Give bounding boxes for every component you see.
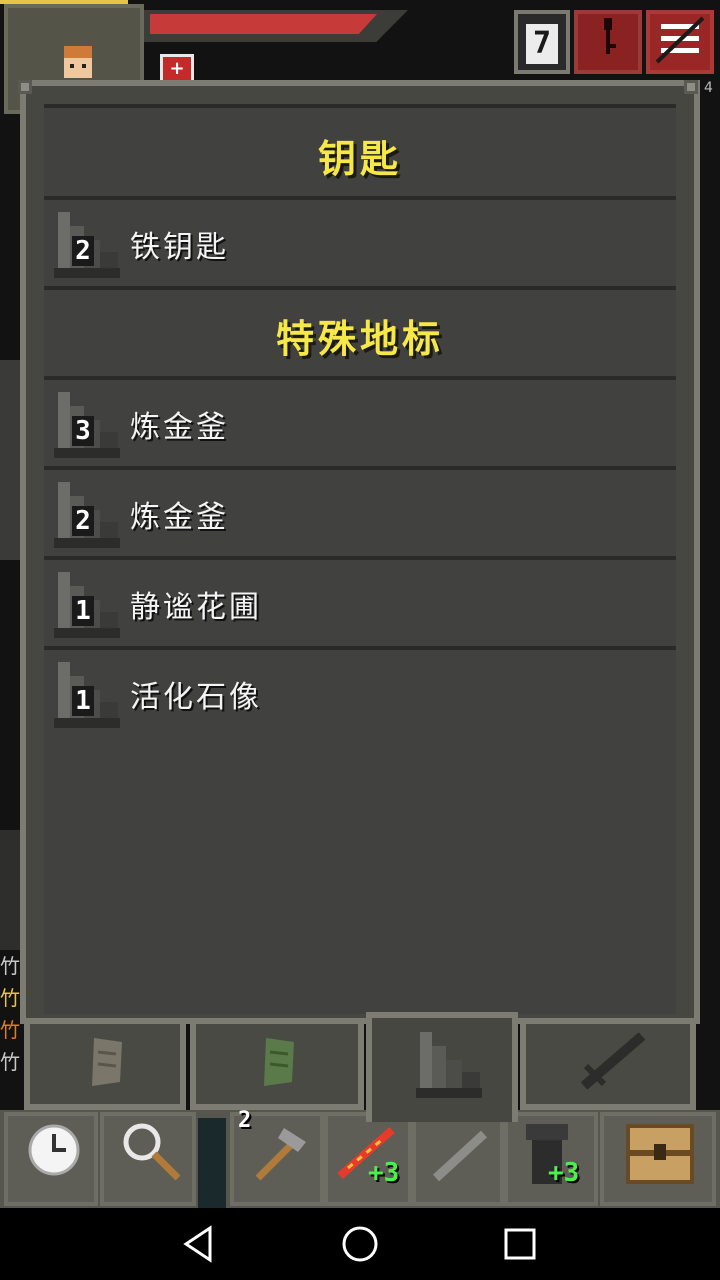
tab-items[interactable] xyxy=(520,1018,696,1110)
dagger-icon xyxy=(432,1130,488,1182)
search-icon xyxy=(123,1123,181,1181)
keys-section-title: 钥匙 xyxy=(317,137,402,181)
key-entry[interactable]: 2 铁钥匙 xyxy=(44,200,676,286)
divider xyxy=(44,286,676,290)
log-line: 竹 xyxy=(0,1018,20,1042)
stairs-icon: 2 xyxy=(54,212,120,278)
tab-notes[interactable] xyxy=(190,1018,364,1110)
wait-button[interactable] xyxy=(4,1112,98,1206)
upgrade-bonus: +3 xyxy=(548,1158,580,1188)
quickslot-2[interactable]: +3 xyxy=(324,1112,412,1206)
entry-label: 静谧花圃 xyxy=(130,590,262,625)
quickslot-1[interactable]: 2 xyxy=(230,1108,324,1206)
window-corner xyxy=(18,80,32,94)
key-icon xyxy=(604,18,616,54)
slot-divider xyxy=(198,1118,226,1208)
upgrade-bonus: +3 xyxy=(368,1158,400,1188)
quickslot-3[interactable] xyxy=(412,1112,504,1206)
menu-button[interactable] xyxy=(646,10,714,74)
stairs-icon xyxy=(416,1032,482,1098)
divider xyxy=(44,104,676,108)
entry-label: 铁钥匙 xyxy=(130,230,229,265)
dagger-icon xyxy=(580,1032,646,1090)
axe-icon xyxy=(255,1128,306,1181)
recents-icon[interactable] xyxy=(500,1224,540,1264)
stairs-icon: 2 xyxy=(54,482,120,548)
stairs-icon: 1 xyxy=(54,662,120,728)
clock-icon xyxy=(28,1124,80,1176)
stairs-icon: 1 xyxy=(54,572,120,638)
depth-badge: 2 xyxy=(72,506,94,536)
green-scroll-icon xyxy=(264,1038,294,1086)
log-line: 竹 xyxy=(0,986,20,1010)
quickslot-4[interactable]: +3 xyxy=(504,1112,598,1206)
hero-avatar xyxy=(58,46,98,82)
depth-badge: 1 xyxy=(72,686,94,716)
hp-bar-fill xyxy=(150,14,377,34)
tab-landmarks[interactable] xyxy=(366,1012,518,1122)
home-icon[interactable] xyxy=(340,1224,380,1264)
entry-label: 炼金釜 xyxy=(130,410,229,445)
log-line: 竹 xyxy=(0,954,20,978)
entry-label: 炼金釜 xyxy=(130,500,229,535)
corner-number: 4 xyxy=(704,80,713,96)
window-corner xyxy=(684,80,698,94)
landmark-entry[interactable]: 1 静谧花圃 xyxy=(44,560,676,646)
scroll-icon xyxy=(92,1038,122,1086)
search-button[interactable] xyxy=(100,1112,196,1206)
depth-badge: 2 xyxy=(72,236,94,266)
depth-number: 7 xyxy=(526,24,558,64)
depth-badge: 3 xyxy=(72,416,94,446)
log-line: 竹 xyxy=(0,1050,20,1074)
dungeon-wall xyxy=(0,830,22,950)
back-icon[interactable] xyxy=(180,1224,220,1264)
entry-label: 活化石像 xyxy=(130,680,262,715)
landmark-entry[interactable]: 3 炼金釜 xyxy=(44,380,676,466)
landmark-entry[interactable]: 1 活化石像 xyxy=(44,650,676,736)
menu-icon xyxy=(655,16,705,64)
journal-button[interactable] xyxy=(574,10,642,74)
backpack-button[interactable] xyxy=(600,1112,716,1206)
landmarks-section-title: 特殊地标 xyxy=(275,317,444,361)
landmark-entry[interactable]: 2 炼金釜 xyxy=(44,470,676,556)
dungeon-wall xyxy=(0,360,22,560)
depth-badge: 1 xyxy=(72,596,94,626)
tab-scroll[interactable] xyxy=(24,1018,186,1110)
backpack-icon xyxy=(626,1124,694,1184)
stairs-icon: 3 xyxy=(54,392,120,458)
depth-indicator[interactable]: 7 xyxy=(514,10,570,74)
